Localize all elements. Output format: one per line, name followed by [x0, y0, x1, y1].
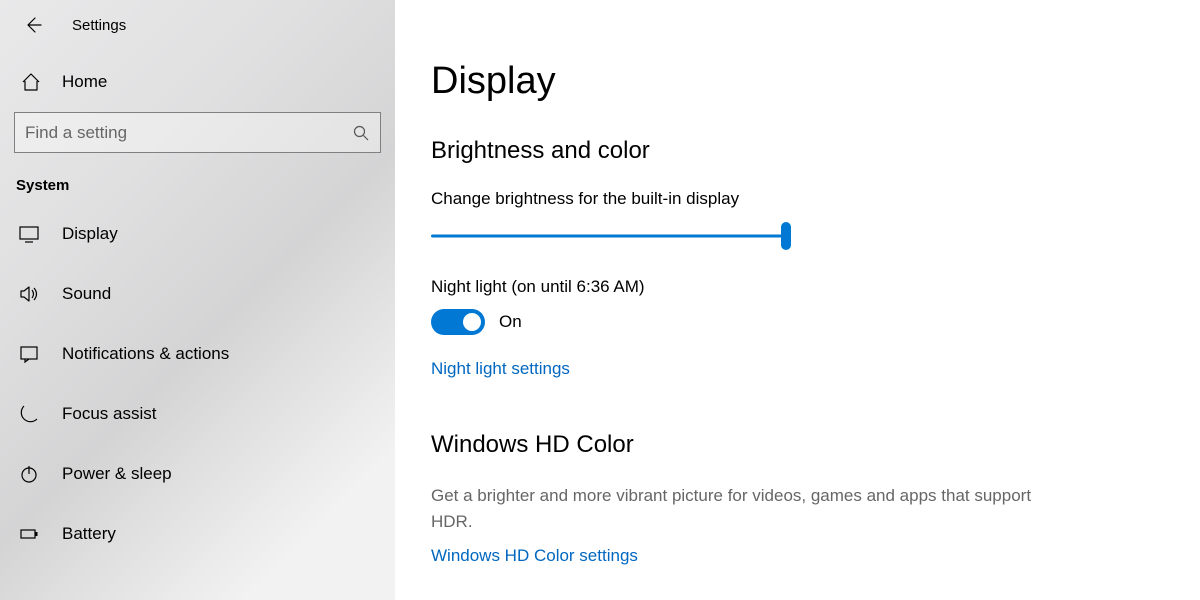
- nightlight-state: On: [499, 312, 522, 332]
- search-box[interactable]: [14, 112, 381, 153]
- hd-color-settings-link[interactable]: Windows HD Color settings: [431, 546, 1160, 566]
- slider-thumb[interactable]: [781, 222, 791, 250]
- sidebar-item-label: Notifications & actions: [62, 344, 229, 364]
- sidebar-item-label: Power & sleep: [62, 464, 172, 484]
- nightlight-toggle-row: On: [431, 309, 1160, 335]
- content-area: Display Brightness and color Change brig…: [395, 0, 1200, 600]
- brightness-label: Change brightness for the built-in displ…: [431, 189, 1160, 209]
- window-title: Settings: [72, 17, 126, 34]
- sidebar-item-display[interactable]: Display: [0, 204, 395, 264]
- sidebar-item-notifications[interactable]: Notifications & actions: [0, 324, 395, 384]
- focus-assist-icon: [18, 403, 40, 425]
- sidebar-item-power-sleep[interactable]: Power & sleep: [0, 444, 395, 504]
- back-button[interactable]: [22, 14, 44, 36]
- brightness-slider[interactable]: [431, 221, 791, 251]
- sidebar-item-label: Battery: [62, 524, 116, 544]
- sidebar-nav: Display Sound Notifications & actions Fo…: [0, 204, 395, 564]
- sound-icon: [18, 283, 40, 305]
- sidebar-item-battery[interactable]: Battery: [0, 504, 395, 564]
- arrow-left-icon: [23, 15, 43, 35]
- sidebar-item-focus-assist[interactable]: Focus assist: [0, 384, 395, 444]
- sidebar-item-label: Sound: [62, 284, 111, 304]
- home-icon: [20, 71, 42, 93]
- home-label: Home: [62, 72, 107, 92]
- search-icon: [352, 124, 370, 142]
- sidebar-header: Settings: [0, 0, 395, 50]
- hd-description: Get a brighter and more vibrant picture …: [431, 483, 1071, 534]
- notifications-icon: [18, 343, 40, 365]
- sidebar: Settings Home System Display: [0, 0, 395, 600]
- nightlight-toggle[interactable]: [431, 309, 485, 335]
- section-heading-brightness: Brightness and color: [431, 137, 1160, 165]
- section-heading-hd: Windows HD Color: [431, 431, 1160, 459]
- slider-track: [431, 235, 791, 238]
- nightlight-settings-link[interactable]: Night light settings: [431, 359, 1160, 379]
- sidebar-item-label: Focus assist: [62, 404, 156, 424]
- hd-color-section: Windows HD Color Get a brighter and more…: [431, 431, 1160, 566]
- search-container: [0, 112, 395, 153]
- sidebar-item-label: Display: [62, 224, 118, 244]
- power-icon: [18, 463, 40, 485]
- page-title: Display: [431, 60, 1160, 103]
- sidebar-group-label: System: [0, 153, 395, 204]
- nightlight-label: Night light (on until 6:36 AM): [431, 277, 1160, 297]
- battery-icon: [18, 523, 40, 545]
- sidebar-item-sound[interactable]: Sound: [0, 264, 395, 324]
- display-icon: [18, 223, 40, 245]
- sidebar-item-home[interactable]: Home: [0, 54, 395, 110]
- search-input[interactable]: [25, 123, 352, 143]
